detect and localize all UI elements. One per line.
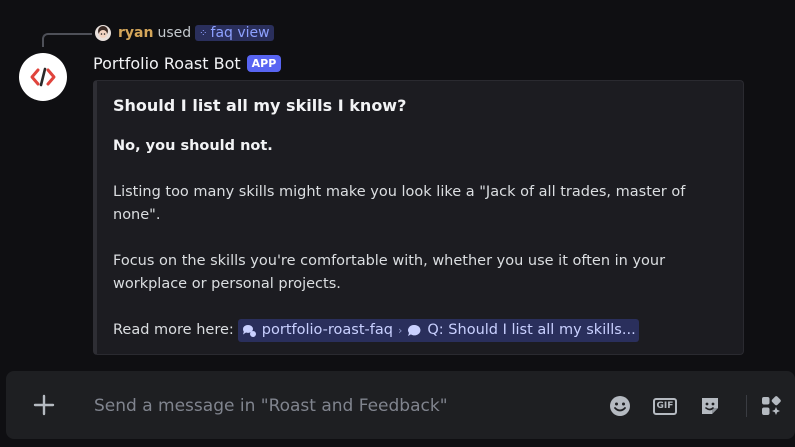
embed-paragraph-2: Focus on the skills you're comfortable w… — [113, 253, 666, 292]
channel-mention[interactable]: portfolio-roast-faq › Q: Should I list a… — [237, 319, 639, 342]
emoji-button[interactable] — [607, 393, 633, 419]
app-badge: APP — [246, 54, 282, 72]
embed-body: No, you should not. Listing too many ski… — [113, 135, 727, 342]
chevron-right-icon: › — [397, 324, 403, 337]
embed-paragraph-1: Listing too many skills might make you l… — [113, 184, 686, 223]
bot-name[interactable]: Portfolio Roast Bot — [93, 54, 241, 73]
message-header: Portfolio Roast Bot APP — [93, 51, 282, 75]
message-composer: GIF — [6, 371, 795, 439]
faq-embed: Should I list all my skills I know? No, … — [93, 80, 744, 355]
forum-channel-icon — [242, 324, 256, 337]
apps-icon — [762, 396, 781, 415]
thread-icon — [408, 324, 421, 336]
plus-icon — [33, 394, 55, 416]
apps-button[interactable] — [758, 393, 784, 419]
message-input[interactable] — [92, 391, 596, 421]
composer-divider — [746, 395, 747, 417]
sticker-button[interactable] — [697, 393, 723, 419]
command-icon: ⁘ — [199, 27, 207, 39]
command-mention[interactable]: ⁘ faq view — [195, 25, 274, 41]
gif-icon: GIF — [652, 397, 678, 415]
embed-title: Should I list all my skills I know? — [113, 96, 407, 115]
embed-answer: No, you should not. — [113, 138, 273, 154]
channel-mention-label: portfolio-roast-faq — [261, 322, 393, 338]
reply-username[interactable]: ryan — [118, 25, 153, 41]
gif-button[interactable]: GIF — [652, 393, 678, 419]
read-more-label: Read more here: — [113, 322, 234, 338]
user-avatar[interactable] — [95, 25, 111, 41]
reply-connector-line — [42, 33, 92, 47]
command-name: faq view — [210, 25, 270, 41]
reply-context: ryan used ⁘ faq view — [95, 23, 274, 43]
reply-action-text: used — [157, 25, 192, 41]
read-more-row: Read more here: portfolio-roast-faq › Q:… — [113, 319, 727, 342]
sticker-icon — [702, 398, 718, 414]
bot-avatar[interactable] — [19, 53, 67, 101]
attach-button[interactable] — [32, 393, 56, 417]
code-icon — [30, 67, 56, 87]
emoji-icon — [610, 396, 630, 416]
thread-mention-label: Q: Should I list all my skills... — [427, 322, 636, 338]
